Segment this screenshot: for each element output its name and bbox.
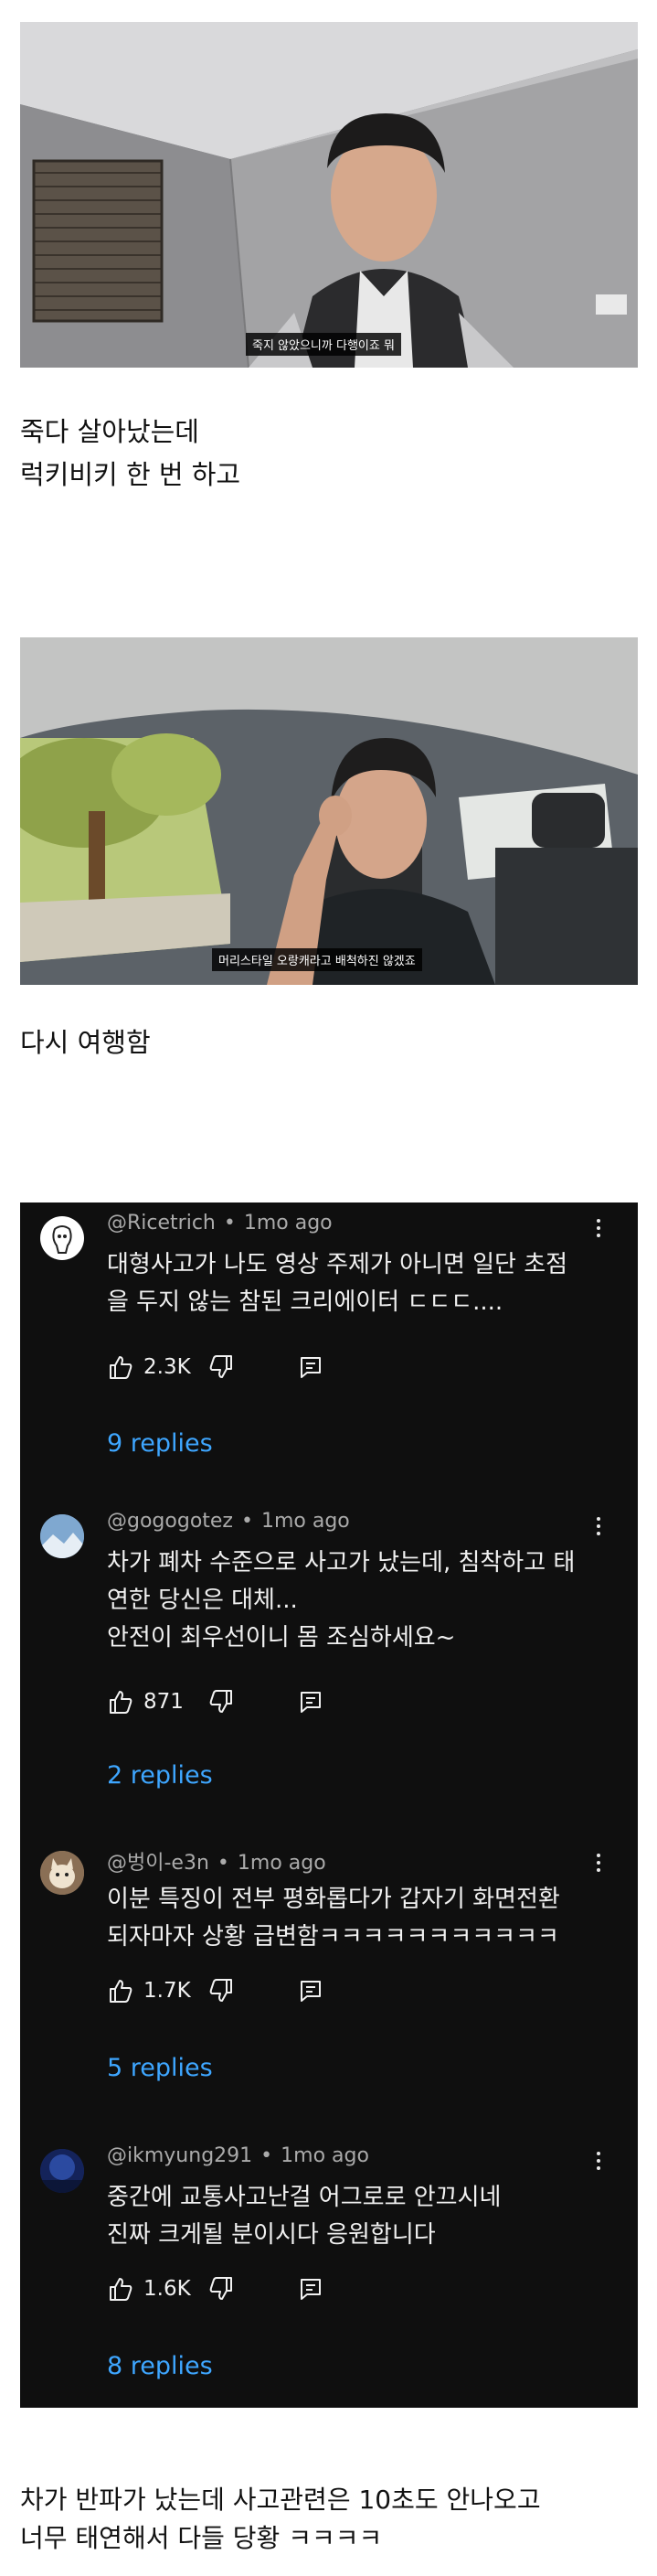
- video-subtitle: 머리스타일 오랑캐라고 배척하진 않겠죠: [212, 948, 422, 971]
- comments-panel: @Ricetrich • 1mo ago 대형사고가 나도 영상 주제가 아니면 일…: [20, 1202, 638, 2408]
- reply-icon[interactable]: [299, 1979, 323, 2003]
- avatar[interactable]: [40, 1514, 84, 1558]
- thumbs-up-icon[interactable]: [107, 1688, 134, 1716]
- comment-item: @ikmyung291 • 1mo ago 중간에 교통사고난걸 어그로로 안끄시네…: [20, 2135, 638, 2433]
- comment-text-line: 대형사고가 나도 영상 주제가 아니면 일단 초점: [107, 1251, 568, 1278]
- comment-text-line: 안전이 최우선이니 몸 조심하세요~: [107, 1624, 456, 1651]
- avatar-image: [40, 1851, 84, 1895]
- kebab-menu-icon[interactable]: [585, 1517, 612, 1545]
- caption-line: 다시 여행함: [20, 1027, 151, 1058]
- comment-text: 중간에 교통사고난걸 어그로로 안끄시네 진짜 크게될 분이시다 응원합니다: [107, 2179, 619, 2254]
- comment-author[interactable]: @Ricetrich: [107, 1212, 216, 1235]
- avatar-image: [40, 1514, 84, 1558]
- thumbs-down-icon[interactable]: [207, 1688, 235, 1716]
- thumbs-up-icon[interactable]: [107, 1977, 134, 2004]
- caption-line: 죽다 살아났는데: [20, 416, 199, 447]
- reply-icon[interactable]: [299, 2277, 323, 2301]
- thumbs-down-icon[interactable]: [207, 2275, 235, 2303]
- kebab-menu-icon[interactable]: [585, 2152, 612, 2179]
- comment-time: 1mo ago: [243, 1212, 333, 1235]
- reply-icon[interactable]: [299, 1690, 323, 1714]
- kebab-menu-icon[interactable]: [585, 1219, 612, 1246]
- avatar[interactable]: [40, 1216, 84, 1260]
- caption-line: 너무 태연해서 다들 당황 ㅋㅋㅋㅋ: [20, 2523, 383, 2553]
- thumbs-down-icon[interactable]: [207, 1353, 235, 1381]
- comment-time: 1mo ago: [237, 1852, 326, 1875]
- avatar-image: [52, 1225, 72, 1254]
- comment-meta: @gogogotez • 1mo ago: [107, 1510, 350, 1533]
- avatar[interactable]: [40, 2149, 84, 2193]
- like-count: 871: [143, 1690, 184, 1714]
- comment-text-line: 중간에 교통사고난걸 어그로로 안끄시네: [107, 2184, 502, 2211]
- comment-text: 대형사고가 나도 영상 주제가 아니면 일단 초점 을 두지 않는 참된 크리에…: [107, 1246, 619, 1321]
- thumbs-up-icon[interactable]: [107, 1353, 134, 1381]
- avatar[interactable]: [40, 1851, 84, 1895]
- comment-text-line: 을 두지 않는 참된 크리에이터 ㄷㄷㄷ....: [107, 1288, 503, 1316]
- view-replies-link[interactable]: 9 replies: [107, 1429, 213, 1458]
- video-subtitle: 죽지 않았으니까 다행이죠 뭐: [246, 333, 401, 356]
- comment-text: 이분 특징이 전부 평화롭다가 갑자기 화면전환 되자마자 상황 급변함ㅋㅋㅋㅋ…: [107, 1881, 619, 1956]
- reply-icon[interactable]: [299, 1355, 323, 1379]
- comment-item: @Ricetrich • 1mo ago 대형사고가 나도 영상 주제가 아니면 일…: [20, 1202, 638, 1501]
- comment-meta: @벙이-e3n • 1mo ago: [107, 1852, 326, 1875]
- video-frame-room: 죽지 않았으니까 다행이죠 뭐: [20, 22, 638, 368]
- kebab-menu-icon[interactable]: [585, 1854, 612, 1881]
- like-count: 2.3K: [143, 1355, 191, 1379]
- view-replies-link[interactable]: 2 replies: [107, 1761, 213, 1790]
- comment-text-line: 되자마자 상황 급변함ㅋㅋㅋㅋㅋㅋㅋㅋㅋㅋㅋ: [107, 1923, 559, 1951]
- comment-text-line: 진짜 크게될 분이시다 응원합니다: [107, 2221, 436, 2249]
- avatar-image: [40, 2149, 84, 2193]
- comment-time: 1mo ago: [260, 1510, 350, 1533]
- comment-author[interactable]: @ikmyung291: [107, 2144, 252, 2167]
- caption-line: 럭키비키 한 번 하고: [20, 459, 241, 490]
- comment-author[interactable]: @벙이-e3n: [107, 1852, 209, 1875]
- comment-text-line: 이분 특징이 전부 평화롭다가 갑자기 화면전환: [107, 1886, 560, 1913]
- comment-text-line: 차가 폐차 수준으로 사고가 났는데, 침착하고 태: [107, 1549, 576, 1577]
- room-scene-image: [20, 22, 638, 368]
- thumbs-down-icon[interactable]: [207, 1977, 235, 2004]
- thumbs-up-icon[interactable]: [107, 2275, 134, 2303]
- comment-text-line: 연한 당신은 대체...: [107, 1587, 298, 1614]
- like-count: 1.7K: [143, 1979, 191, 2003]
- view-replies-link[interactable]: 5 replies: [107, 2054, 213, 2082]
- comment-meta: @Ricetrich • 1mo ago: [107, 1212, 333, 1235]
- comment-meta: @ikmyung291 • 1mo ago: [107, 2144, 369, 2167]
- video-frame-car: 머리스타일 오랑캐라고 배척하진 않겠죠: [20, 637, 638, 985]
- view-replies-link[interactable]: 8 replies: [107, 2352, 213, 2380]
- comment-text: 차가 폐차 수준으로 사고가 났는데, 침착하고 태 연한 당신은 대체... …: [107, 1545, 619, 1657]
- comment-item: @벙이-e3n • 1mo ago 이분 특징이 전부 평화롭다가 갑자기 화면전환…: [20, 1837, 638, 2135]
- like-count: 1.6K: [143, 2277, 191, 2301]
- comment-time: 1mo ago: [281, 2144, 369, 2167]
- caption-line: 차가 반파가 났는데 사고관련은 10초도 안나오고: [20, 2485, 541, 2515]
- comment-author[interactable]: @gogogotez: [107, 1510, 233, 1533]
- car-scene-image: [20, 637, 638, 985]
- comment-item: @gogogotez • 1mo ago 차가 폐차 수준으로 사고가 났는데, 침…: [20, 1501, 638, 1799]
